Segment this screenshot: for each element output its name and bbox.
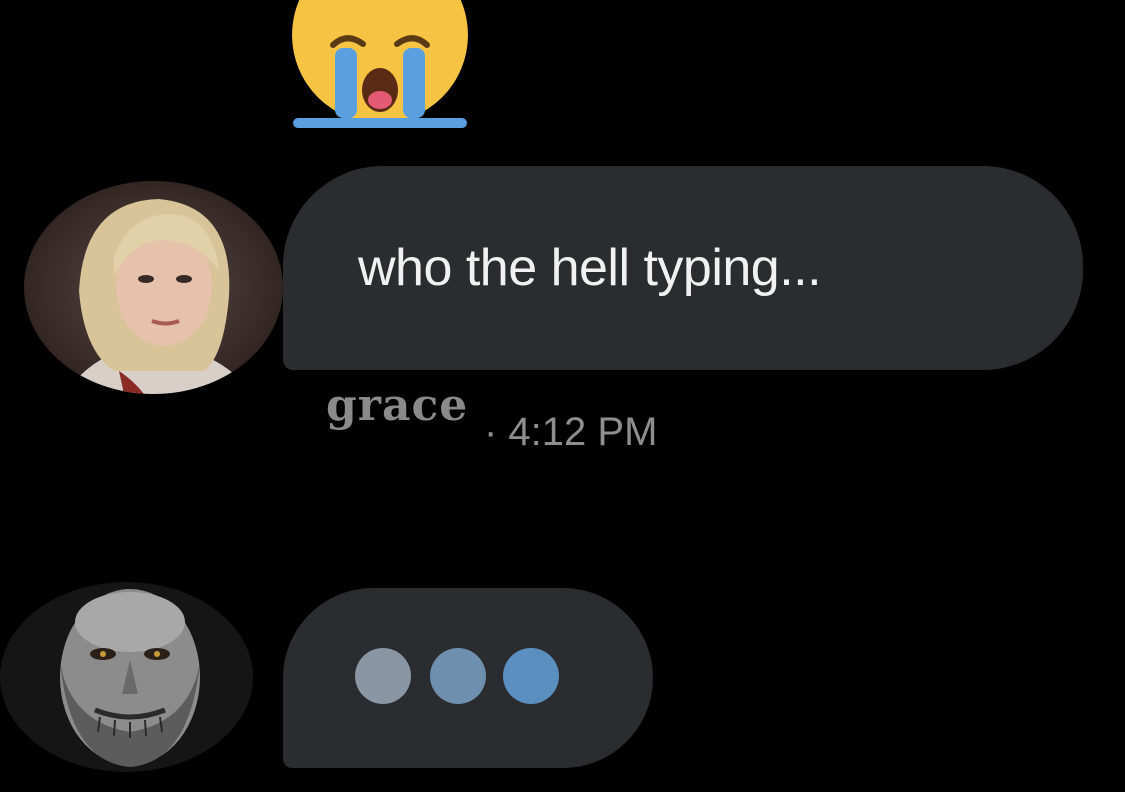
typing-indicator-bubble (283, 588, 653, 768)
message-timestamp: · 4:12 PM (484, 410, 658, 454)
message-bubble[interactable]: who the hell typing... (283, 166, 1083, 370)
typing-dot (355, 648, 411, 704)
loudly-crying-face-icon (285, 0, 475, 130)
message-text: who the hell typing... (358, 239, 822, 297)
typing-dot (503, 648, 559, 704)
grace-avatar[interactable] (24, 181, 283, 394)
sender-name: grace (322, 384, 473, 428)
typing-dot (430, 648, 486, 704)
typing-user-avatar[interactable] (0, 582, 253, 772)
